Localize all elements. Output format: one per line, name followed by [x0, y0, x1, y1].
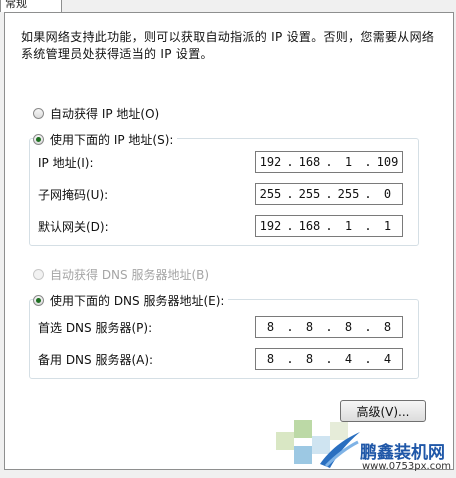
- radio-manual-ip-label: 使用下面的 IP 地址(S):: [50, 133, 174, 147]
- description-text: 如果网络支持此功能，则可以获取自动指派的 IP 设置。否则，您需要从网络系统管理…: [21, 30, 435, 61]
- octet: 255: [259, 187, 282, 201]
- alternate-dns-label: 备用 DNS 服务器(A):: [38, 352, 154, 367]
- subnet-mask-row: 子网掩码(U): 255. 255. 255. 0: [38, 183, 418, 205]
- ip-address-row: IP 地址(I): 192. 168. 1. 109: [38, 151, 418, 173]
- radio-button-icon[interactable]: [33, 134, 44, 145]
- octet: 1: [344, 219, 353, 233]
- radio-manual-ip[interactable]: 使用下面的 IP 地址(S):: [33, 131, 178, 148]
- preferred-dns-input[interactable]: 8. 8. 8. 8: [255, 316, 403, 338]
- default-gateway-input[interactable]: 192. 168. 1. 1: [255, 215, 403, 237]
- tab-general[interactable]: 常规: [0, 0, 62, 12]
- radio-button-icon[interactable]: [33, 108, 44, 119]
- octet: 1: [344, 155, 353, 169]
- radio-manual-dns[interactable]: 使用下面的 DNS 服务器地址(E):: [33, 292, 229, 309]
- watermark-logo: 鹏鑫装机网 www.0753px.com: [276, 400, 456, 478]
- octet: 8: [305, 320, 314, 334]
- radio-button-icon[interactable]: [33, 295, 44, 306]
- radio-auto-dns-label: 自动获得 DNS 服务器地址(B): [50, 268, 210, 282]
- watermark-url: www.0753px.com: [362, 461, 452, 472]
- alternate-dns-row: 备用 DNS 服务器(A): 8. 8. 4. 4: [38, 348, 418, 370]
- octet: 1: [383, 219, 392, 233]
- watermark-title: 鹏鑫装机网: [360, 443, 445, 463]
- octet: 255: [298, 187, 321, 201]
- alternate-dns-input[interactable]: 8. 8. 4. 4: [255, 348, 403, 370]
- default-gateway-row: 默认网关(D): 192. 168. 1. 1: [38, 215, 418, 237]
- octet: 8: [266, 352, 275, 366]
- radio-manual-dns-label: 使用下面的 DNS 服务器地址(E):: [50, 294, 225, 308]
- octet: 8: [266, 320, 275, 334]
- preferred-dns-row: 首选 DNS 服务器(P): 8. 8. 8. 8: [38, 316, 418, 338]
- preferred-dns-label: 首选 DNS 服务器(P):: [38, 320, 153, 335]
- octet: 8: [383, 320, 392, 334]
- default-gateway-label: 默认网关(D):: [38, 219, 109, 234]
- subnet-mask-input[interactable]: 255. 255. 255. 0: [255, 183, 403, 205]
- subnet-mask-label: 子网掩码(U):: [38, 187, 109, 202]
- radio-auto-ip[interactable]: 自动获得 IP 地址(O): [33, 105, 159, 122]
- octet: 168: [298, 219, 321, 233]
- ip-settings-group: IP 地址(I): 192. 168. 1. 109 子网掩码(U): 255.…: [29, 138, 419, 246]
- radio-button-icon[interactable]: [33, 269, 44, 280]
- octet: 4: [383, 352, 392, 366]
- ip-address-input[interactable]: 192. 168. 1. 109: [255, 151, 403, 173]
- swoosh-icon: [320, 432, 360, 468]
- octet: 8: [305, 352, 314, 366]
- radio-auto-dns[interactable]: 自动获得 DNS 服务器地址(B): [33, 266, 209, 283]
- radio-auto-ip-label: 自动获得 IP 地址(O): [50, 107, 160, 121]
- octet: 8: [344, 320, 353, 334]
- octet: 0: [383, 187, 392, 201]
- octet: 255: [337, 187, 360, 201]
- octet: 192: [259, 155, 282, 169]
- octet: 192: [259, 219, 282, 233]
- dns-settings-group: 首选 DNS 服务器(P): 8. 8. 8. 8 备用 DNS 服务器(A):…: [29, 299, 419, 379]
- ip-address-label: IP 地址(I):: [38, 155, 94, 170]
- octet: 168: [298, 155, 321, 169]
- octet: 4: [344, 352, 353, 366]
- octet: 109: [376, 155, 399, 169]
